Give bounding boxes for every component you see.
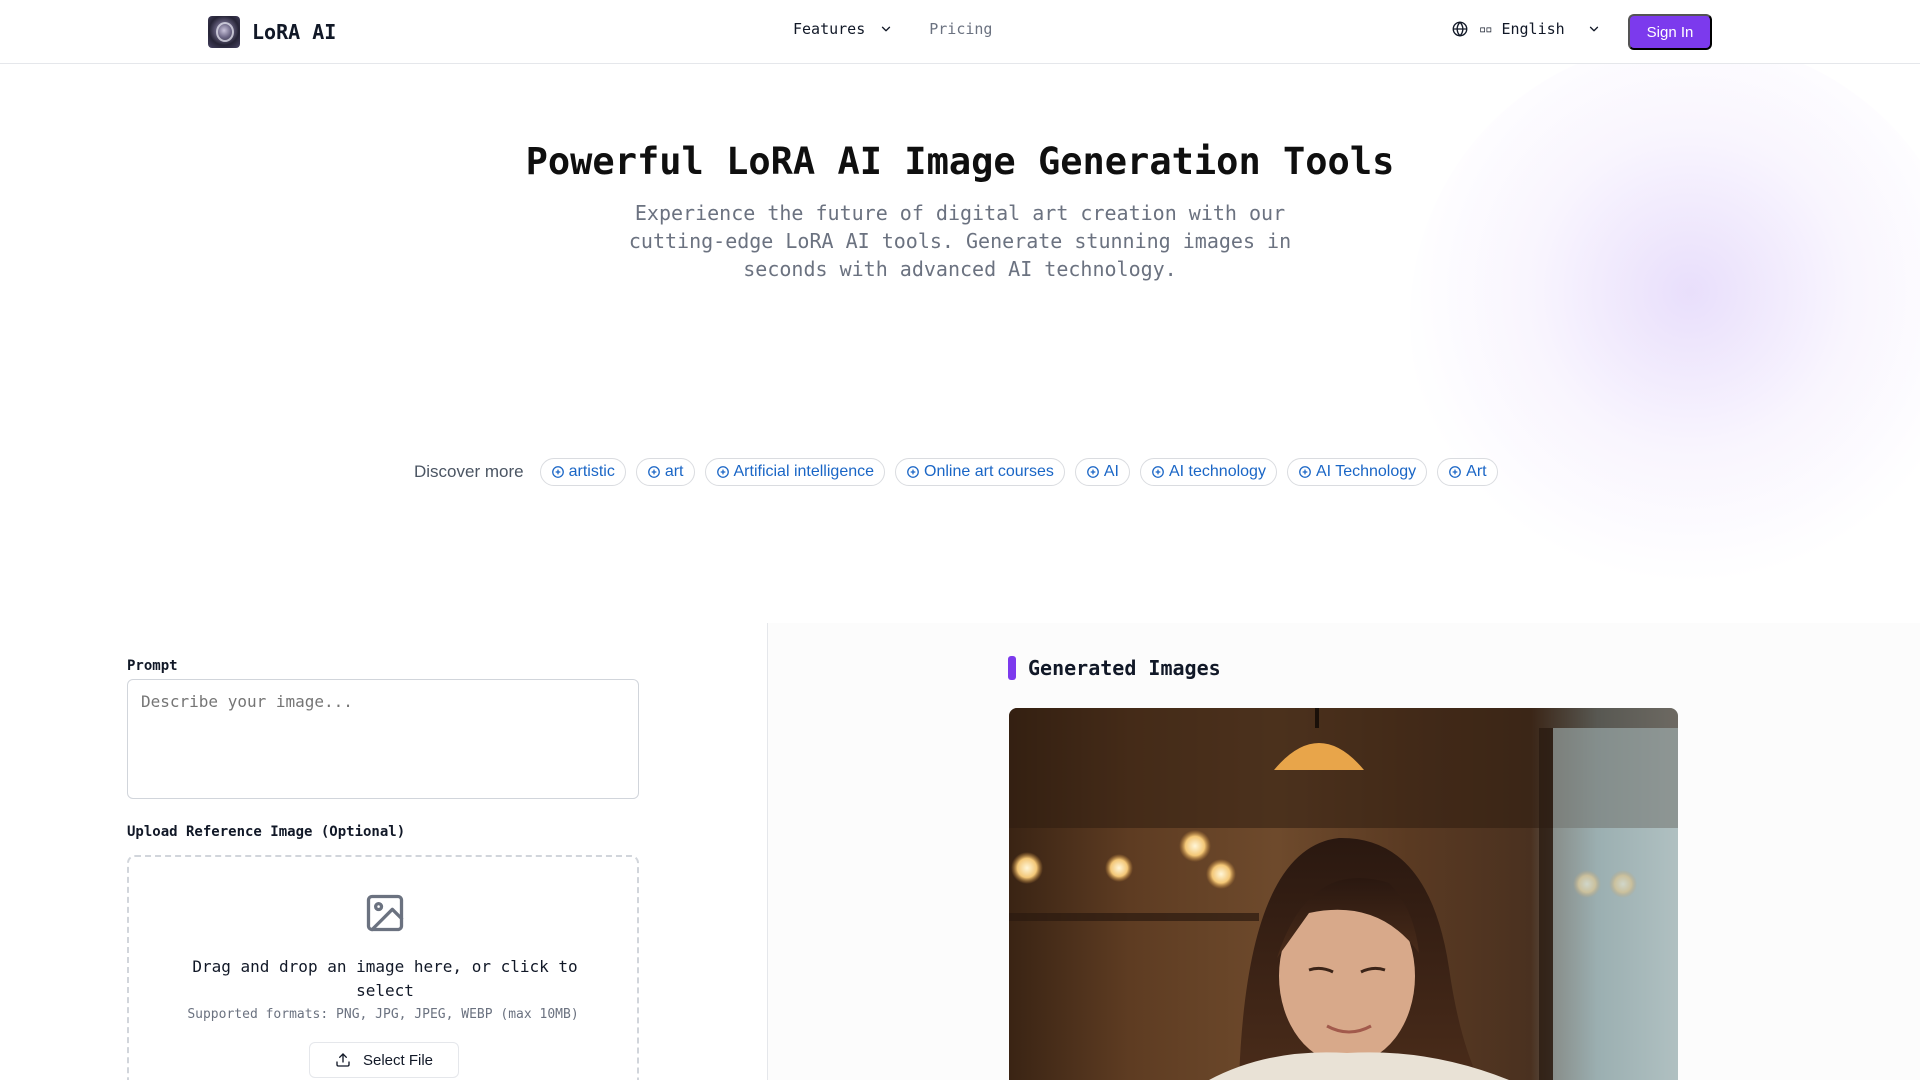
hero-title: Powerful LoRA AI Image Generation Tools bbox=[525, 140, 1395, 183]
discover-chip[interactable]: Artificial intelligence bbox=[704, 458, 886, 486]
discover-chip[interactable]: Online art courses bbox=[895, 458, 1065, 486]
generated-image[interactable] bbox=[1009, 708, 1678, 1080]
prompt-label: Prompt bbox=[127, 658, 178, 674]
language-selector[interactable]: ▫▫ English bbox=[1451, 20, 1601, 38]
discover-chip[interactable]: artistic bbox=[539, 458, 626, 486]
prompt-input[interactable] bbox=[127, 679, 639, 799]
brand-logo-image bbox=[208, 16, 240, 48]
generated-image-picture bbox=[1009, 708, 1678, 1080]
plus-circle-icon bbox=[716, 466, 729, 478]
plus-circle-icon bbox=[1086, 466, 1099, 478]
discover-chip-label: art bbox=[664, 463, 684, 480]
accent-bar bbox=[1008, 656, 1016, 680]
globe-icon bbox=[1452, 21, 1468, 37]
discover-chip-label: Art bbox=[1466, 463, 1487, 480]
background-glow bbox=[1410, 40, 1920, 600]
language-flag: ▫▫ bbox=[1479, 22, 1492, 36]
main-nav: Features Pricing bbox=[793, 20, 992, 38]
select-file-label: Select File bbox=[362, 1051, 434, 1069]
upload-formats-hint: Supported formats: PNG, JPG, JPEG, WEBP … bbox=[187, 1007, 579, 1022]
features-menu-button[interactable]: Features bbox=[793, 20, 893, 38]
discover-chip[interactable]: art bbox=[635, 458, 695, 486]
select-file-button[interactable]: Select File bbox=[309, 1042, 459, 1078]
plus-circle-icon bbox=[1449, 466, 1462, 478]
discover-chip-label: AI Technology bbox=[1315, 463, 1417, 480]
discover-more-bar: Discover more artistic art Artificial in… bbox=[414, 458, 1498, 486]
chevron-down-icon bbox=[1589, 26, 1598, 32]
discover-chip-label: Online art courses bbox=[924, 463, 1054, 480]
brand-logo-link[interactable]: LoRA AI bbox=[208, 16, 336, 48]
plus-circle-icon bbox=[551, 466, 564, 478]
upload-instructions: Drag and drop an image here, or click to… bbox=[192, 957, 578, 1000]
panel-divider bbox=[767, 623, 768, 1080]
discover-chip[interactable]: AI technology bbox=[1139, 458, 1277, 486]
pricing-link[interactable]: Pricing bbox=[929, 20, 992, 38]
hero-subtitle: Experience the future of digital art cre… bbox=[628, 201, 1292, 281]
plus-circle-icon bbox=[1299, 466, 1311, 478]
plus-circle-icon bbox=[907, 466, 919, 478]
generated-images-title: Generated Images bbox=[1028, 656, 1221, 680]
discover-chip[interactable]: Art bbox=[1437, 458, 1498, 486]
discover-chip-label: AI technology bbox=[1168, 463, 1266, 480]
sign-in-button[interactable]: Sign In bbox=[1628, 14, 1712, 50]
upload-label: Upload Reference Image (Optional) bbox=[127, 824, 406, 840]
top-navbar: LoRA AI Features Pricing ▫▫ English Sign… bbox=[0, 0, 1920, 64]
upload-icon bbox=[336, 1053, 350, 1067]
discover-chip-label: AI bbox=[1103, 463, 1119, 480]
discover-chip-label: Artificial intelligence bbox=[733, 463, 875, 480]
discover-more-label: Discover more bbox=[414, 462, 524, 481]
generated-images-header: Generated Images bbox=[1008, 656, 1221, 680]
plus-circle-icon bbox=[1152, 466, 1164, 478]
features-label: Features bbox=[793, 20, 866, 38]
image-icon bbox=[366, 894, 404, 932]
discover-chip[interactable]: AI Technology bbox=[1286, 458, 1428, 486]
upload-dropzone[interactable]: Drag and drop an image here, or click to… bbox=[127, 855, 639, 1080]
discover-chip[interactable]: AI bbox=[1074, 458, 1130, 486]
plus-circle-icon bbox=[647, 466, 660, 478]
brand-name: LoRA AI bbox=[252, 20, 337, 44]
language-label: English bbox=[1501, 20, 1565, 38]
chevron-down-icon bbox=[882, 26, 891, 32]
discover-chip-label: artistic bbox=[568, 463, 615, 480]
